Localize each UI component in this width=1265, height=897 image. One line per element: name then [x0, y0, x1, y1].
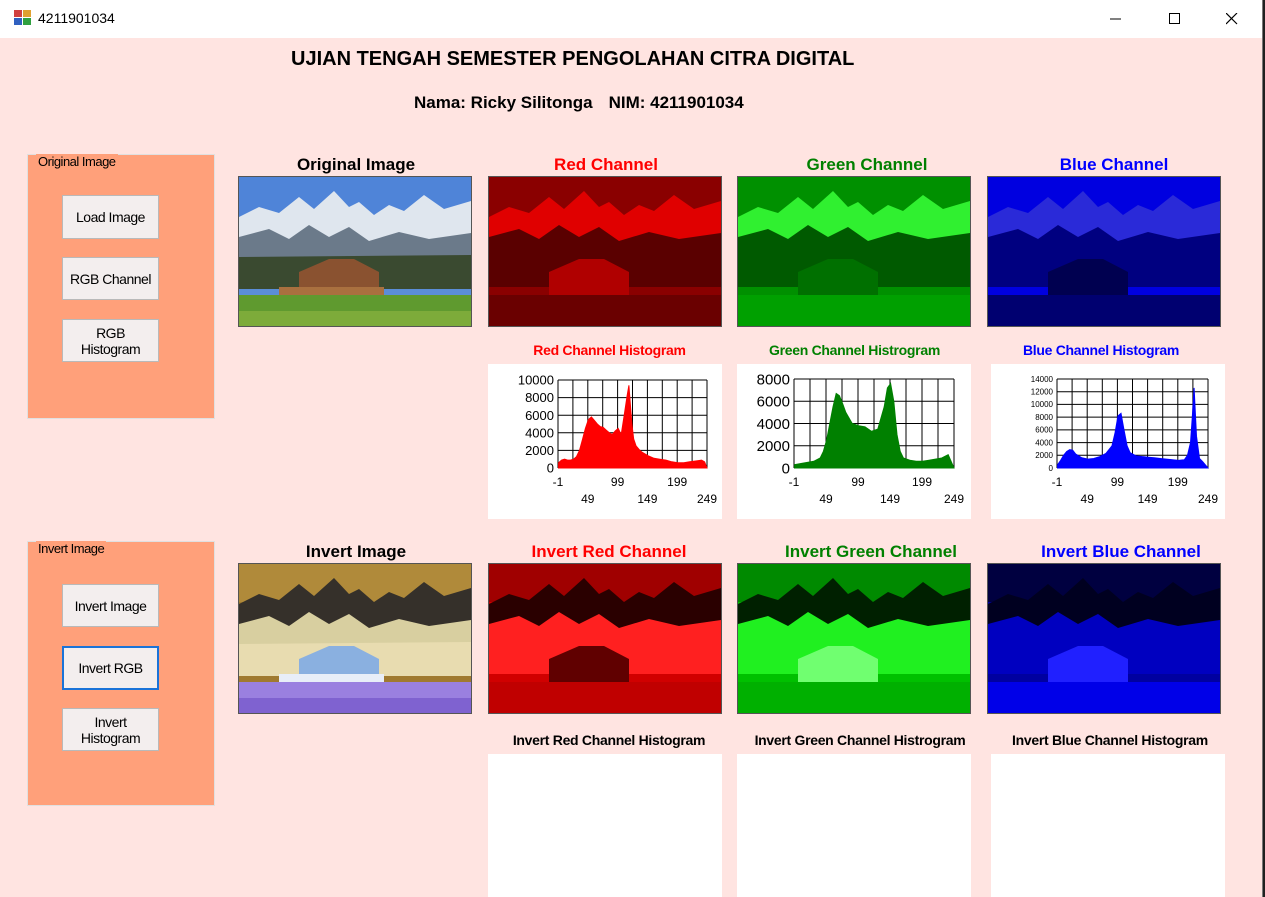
y-tick-label: 4000: [525, 425, 554, 440]
x-tick-label: 49: [581, 492, 595, 506]
invert-blue-histogram-chart: [991, 754, 1225, 897]
caption-blue-histogram: Blue Channel Histogram: [1023, 342, 1179, 358]
original-image: [238, 176, 472, 327]
green-channel-image: [737, 176, 971, 327]
minimize-button[interactable]: [1093, 0, 1139, 38]
invert-rgb-button[interactable]: Invert RGB: [62, 646, 159, 690]
caption-blue: Blue Channel: [1059, 155, 1169, 174]
x-tick-label: 149: [1138, 492, 1158, 506]
y-tick-label: 8000: [525, 390, 554, 405]
blue-histogram-svg: 14000 12000 10000 8000 6000 4000 2000 0 -1 99 199 4…: [1031, 375, 1219, 506]
group-label: Original Image: [36, 154, 118, 169]
caption-invert: Invert Image: [305, 542, 407, 561]
original-image-group: Original Image Load Image RGB Channel RG…: [27, 154, 215, 419]
app-window: 4211901034 UJIAN TENGAH SEMESTER PENGOLA…: [0, 0, 1263, 897]
blue-channel-image: [987, 176, 1221, 327]
close-button[interactable]: [1209, 0, 1255, 38]
invert-blue-graphic: [988, 564, 1220, 713]
blue-histogram-chart: 14000 12000 10000 8000 6000 4000 2000 0 -1 99 199 4…: [991, 364, 1225, 519]
red-channel-image: [488, 176, 722, 327]
invert-red-histogram-chart: [488, 754, 722, 897]
caption-original: Original Image: [296, 155, 416, 174]
rgb-histogram-button[interactable]: RGB Histogram: [62, 319, 159, 362]
red-histogram-svg: 10000 8000 6000 4000 2000 0-1 99 199 49 149 249: [518, 373, 717, 506]
y-tick-label: 2000: [757, 438, 790, 455]
app-icon: [14, 10, 32, 26]
invert-image-graphic: [239, 564, 471, 713]
maximize-button[interactable]: [1152, 0, 1198, 38]
y-tick-label: 2000: [1035, 451, 1053, 460]
title-bar[interactable]: 4211901034: [0, 0, 1262, 38]
x-tick-label: 249: [697, 492, 717, 506]
x-tick-label: 199: [1168, 475, 1188, 489]
caption-invert-green-histogram: Invert Green Channel Histrogram: [754, 732, 966, 748]
x-tick-label: 149: [637, 492, 657, 506]
y-tick-label: 10000: [1031, 400, 1054, 409]
caption-invert-red: Invert Red Channel: [531, 542, 687, 561]
y-tick-label: 14000: [1031, 375, 1054, 384]
original-image-graphic: [239, 177, 471, 326]
student-nim: NIM: 4211901034: [608, 93, 744, 112]
y-tick-label: 4000: [1035, 438, 1053, 447]
x-tick-label: 49: [1081, 492, 1095, 506]
invert-image: [238, 563, 472, 714]
red-histogram-chart: 10000 8000 6000 4000 2000 0 -1 99 199 49 149 249: [488, 364, 722, 519]
y-tick-label: 6000: [525, 408, 554, 423]
y-tick-label: 12000: [1031, 388, 1054, 397]
y-tick-label: 0: [547, 461, 554, 476]
x-tick-label: 199: [912, 475, 932, 489]
y-tick-label: 6000: [1035, 426, 1053, 435]
x-tick-label: -1: [553, 475, 564, 489]
y-tick-label: 2000: [525, 443, 554, 458]
y-tick-label: 8000: [1035, 413, 1053, 422]
invert-red-graphic: [489, 564, 721, 713]
invert-green-image: [737, 563, 971, 714]
caption-red-histogram: Red Channel Histogram: [533, 342, 686, 358]
x-tick-label: 199: [667, 475, 687, 489]
x-tick-label: 99: [611, 475, 625, 489]
x-tick-label: 49: [819, 492, 833, 506]
caption-green-histogram: Green Channel Histrogram: [769, 342, 940, 358]
caption-invert-blue-histogram: Invert Blue Channel Histogram: [1012, 732, 1208, 748]
invert-green-graphic: [738, 564, 970, 713]
caption-invert-red-histogram: Invert Red Channel Histogram: [512, 732, 706, 748]
window-title: 4211901034: [38, 10, 115, 26]
invert-blue-image: [987, 563, 1221, 714]
y-tick-label: 10000: [518, 373, 554, 388]
rgb-channel-button[interactable]: RGB Channel: [62, 257, 159, 300]
student-name: Nama: Ricky Silitonga: [414, 93, 593, 112]
y-tick-label: 8000: [757, 371, 790, 388]
invert-green-histogram-chart: [737, 754, 971, 897]
blue-channel-graphic: [988, 177, 1220, 326]
y-tick-label: 6000: [757, 394, 790, 411]
y-tick-label: 4000: [757, 416, 790, 433]
invert-histogram-button[interactable]: Invert Histogram: [62, 708, 159, 751]
x-tick-label: 249: [944, 492, 964, 506]
x-tick-label: -1: [1052, 475, 1063, 489]
caption-invert-green: Invert Green Channel: [785, 542, 957, 561]
x-tick-label: 149: [880, 492, 900, 506]
group-label: Invert Image: [36, 541, 107, 556]
invert-image-button[interactable]: Invert Image: [62, 584, 159, 627]
y-tick-label: 0: [1049, 464, 1054, 473]
green-histogram-svg: 80006000400020000-1 99 19949 149 249: [757, 371, 965, 506]
student-info: Nama: Ricky Silitonga NIM: 4211901034: [414, 93, 744, 113]
page-title: UJIAN TENGAH SEMESTER PENGOLAHAN CITRA D…: [291, 48, 855, 70]
green-histogram-chart: 8000 6000 4000 2000 0 -1 99 199 49 149 249: [737, 364, 971, 519]
invert-red-image: [488, 563, 722, 714]
x-tick-label: -1: [789, 475, 800, 489]
x-tick-label: 249: [1198, 492, 1218, 506]
invert-image-group: Invert Image Invert Image Invert RGB Inv…: [27, 541, 215, 806]
caption-invert-blue: Invert Blue Channel: [1041, 542, 1201, 561]
x-tick-label: 99: [1111, 475, 1125, 489]
x-tick-label: 99: [851, 475, 865, 489]
red-channel-graphic: [489, 177, 721, 326]
load-image-button[interactable]: Load Image: [62, 195, 159, 239]
green-channel-graphic: [738, 177, 970, 326]
caption-red: Red Channel: [554, 155, 658, 174]
caption-green: Green Channel: [806, 155, 928, 174]
